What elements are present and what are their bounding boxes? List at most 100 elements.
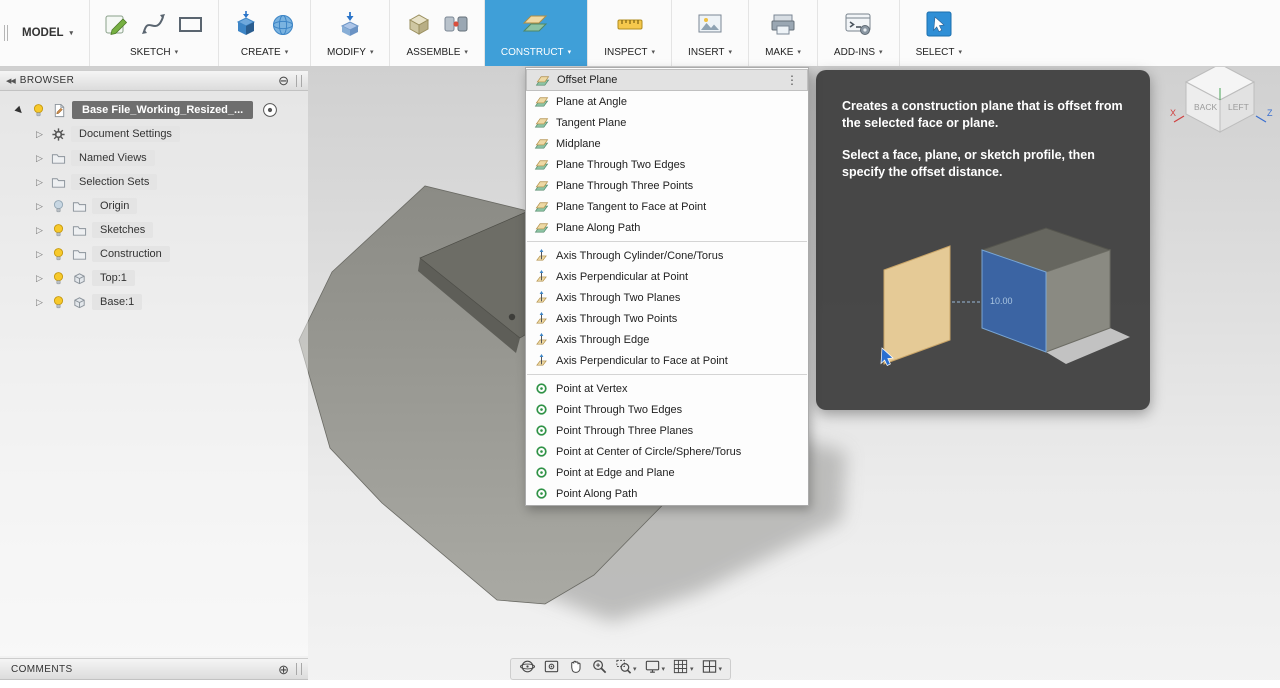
browser-item-label[interactable]: Named Views — [71, 150, 155, 166]
browser-item-label[interactable]: Document Settings — [71, 126, 180, 142]
menu-item-axis-through-cylinder-cone-torus[interactable]: Axis Through Cylinder/Cone/Torus — [526, 245, 808, 266]
menu-item-point-through-two-edges[interactable]: Point Through Two Edges — [526, 399, 808, 420]
menu-item-point-through-three-planes[interactable]: Point Through Three Planes — [526, 420, 808, 441]
toolbar-group-assemble[interactable]: ASSEMBLE ▾ — [389, 0, 483, 66]
menu-item-plane-through-two-edges[interactable]: Plane Through Two Edges — [526, 154, 808, 175]
joint-icon[interactable] — [439, 6, 473, 42]
menu-item-axis-through-edge[interactable]: Axis Through Edge — [526, 329, 808, 350]
expand-circle-icon[interactable]: ⊕ — [278, 663, 289, 676]
browser-item-label[interactable]: Sketches — [92, 222, 154, 238]
expand-arrow-icon[interactable]: ▷ — [34, 297, 45, 308]
press-pull-icon[interactable] — [333, 6, 367, 42]
expand-arrow-icon[interactable]: ▷ — [34, 177, 45, 188]
zoom-button[interactable] — [588, 659, 611, 679]
activate-component-radio[interactable] — [262, 102, 278, 118]
spline-icon[interactable] — [137, 6, 171, 42]
sketch-icon[interactable] — [100, 6, 134, 42]
select-icon[interactable] — [922, 6, 956, 42]
toolbar-group-label[interactable]: MODIFY ▾ — [321, 44, 379, 62]
workspace-switcher[interactable]: MODEL ▾ — [12, 0, 89, 66]
pan-button[interactable] — [564, 659, 587, 679]
display-settings-button[interactable]: ▾ — [641, 659, 669, 679]
extrude-icon[interactable] — [229, 6, 263, 42]
expand-arrow-icon[interactable]: ▷ — [34, 273, 45, 284]
browser-item-label[interactable]: Selection Sets — [71, 174, 158, 190]
insert-image-icon[interactable] — [693, 6, 727, 42]
toolbar-group-sketch[interactable]: SKETCH ▾ — [89, 0, 218, 66]
menu-item-point-at-center-of-circle-sphere-torus[interactable]: Point at Center of Circle/Sphere/Torus — [526, 441, 808, 462]
menu-item-plane-tangent-to-face-at-point[interactable]: Plane Tangent to Face at Point — [526, 196, 808, 217]
toolbar-group-inspect[interactable]: INSPECT ▾ — [587, 0, 671, 66]
toolbar-group-label[interactable]: ADD-INS ▾ — [828, 44, 889, 62]
browser-root-item[interactable]: ▶ Base File_Working_Resized_... — [0, 98, 308, 122]
browser-item-label[interactable]: Construction — [92, 246, 170, 262]
visibility-bulb-icon[interactable] — [50, 247, 66, 262]
visibility-bulb-icon[interactable] — [50, 271, 66, 286]
scripts-addins-icon[interactable] — [841, 6, 875, 42]
visibility-bulb-icon[interactable] — [50, 199, 66, 214]
browser-item-selection-sets[interactable]: ▷ Selection Sets — [0, 170, 308, 194]
browser-item-named-views[interactable]: ▷ Named Views — [0, 146, 308, 170]
menu-item-plane-through-three-points[interactable]: Plane Through Three Points — [526, 175, 808, 196]
zoom-window-button[interactable]: ▾ — [612, 659, 640, 679]
expand-arrow-icon[interactable]: ▷ — [34, 225, 45, 236]
menu-item-axis-through-two-planes[interactable]: Axis Through Two Planes — [526, 287, 808, 308]
construction-plane-icon[interactable] — [519, 6, 553, 42]
orbit-button[interactable] — [516, 659, 539, 679]
browser-item-label[interactable]: Top:1 — [92, 270, 135, 286]
toolbar-group-add-ins[interactable]: ADD-INS ▾ — [816, 0, 899, 66]
rectangle-icon[interactable] — [174, 6, 208, 42]
toolbar-grip[interactable] — [0, 0, 12, 66]
expand-arrow-icon[interactable]: ▶ — [12, 102, 28, 118]
expand-arrow-icon[interactable]: ▷ — [34, 129, 45, 140]
menu-item-tangent-plane[interactable]: Tangent Plane — [526, 112, 808, 133]
toolbar-group-construct[interactable]: CONSTRUCT ▾ — [483, 0, 588, 66]
browser-header[interactable]: ◀◀ BROWSER ⊖ — [0, 70, 308, 91]
menu-item-offset-plane[interactable]: Offset Plane ⋮ — [526, 69, 808, 91]
toolbar-group-label[interactable]: CONSTRUCT ▾ — [495, 44, 577, 62]
comments-header[interactable]: COMMENTS ⊕ — [0, 658, 308, 680]
menu-item-plane-at-angle[interactable]: Plane at Angle — [526, 91, 808, 112]
browser-root-label[interactable]: Base File_Working_Resized_... — [72, 101, 254, 119]
new-component-icon[interactable] — [402, 6, 436, 42]
menu-item-midplane[interactable]: Midplane — [526, 133, 808, 154]
collapse-panel-icon[interactable]: ◀◀ — [6, 77, 16, 85]
toolbar-group-label[interactable]: INSERT ▾ — [682, 44, 738, 62]
look-at-button[interactable] — [540, 659, 563, 679]
menu-item-axis-through-two-points[interactable]: Axis Through Two Points — [526, 308, 808, 329]
browser-item-sketches[interactable]: ▷ Sketches — [0, 218, 308, 242]
browser-item-construction[interactable]: ▷ Construction — [0, 242, 308, 266]
print-3d-icon[interactable] — [766, 6, 800, 42]
sphere-icon[interactable] — [266, 6, 300, 42]
expand-arrow-icon[interactable]: ▷ — [34, 249, 45, 260]
toolbar-group-make[interactable]: MAKE ▾ — [748, 0, 817, 66]
menu-item-point-along-path[interactable]: Point Along Path — [526, 483, 808, 504]
grid-and-snaps-button[interactable]: ▾ — [669, 659, 697, 679]
more-options-icon[interactable]: ⋮ — [783, 73, 801, 87]
collapse-circle-icon[interactable]: ⊖ — [278, 74, 289, 87]
visibility-bulb-icon[interactable] — [50, 223, 66, 238]
toolbar-group-label[interactable]: MAKE ▾ — [759, 44, 807, 62]
expand-arrow-icon[interactable]: ▷ — [34, 153, 45, 164]
expand-arrow-icon[interactable]: ▷ — [34, 201, 45, 212]
toolbar-group-select[interactable]: SELECT ▾ — [898, 0, 978, 66]
menu-item-point-at-edge-and-plane[interactable]: Point at Edge and Plane — [526, 462, 808, 483]
menu-item-axis-perpendicular-to-face-at-point[interactable]: Axis Perpendicular to Face at Point — [526, 350, 808, 371]
toolbar-group-insert[interactable]: INSERT ▾ — [671, 0, 748, 66]
browser-item-label[interactable]: Origin — [92, 198, 138, 214]
measure-icon[interactable] — [613, 6, 647, 42]
panel-handle[interactable] — [296, 74, 302, 87]
toolbar-group-create[interactable]: CREATE ▾ — [218, 0, 310, 66]
toolbar-group-label[interactable]: SKETCH ▾ — [124, 44, 184, 62]
toolbar-group-label[interactable]: INSPECT ▾ — [598, 44, 661, 62]
menu-item-plane-along-path[interactable]: Plane Along Path — [526, 217, 808, 238]
browser-item-top-1[interactable]: ▷ Top:1 — [0, 266, 308, 290]
panel-handle[interactable] — [296, 663, 302, 675]
menu-item-axis-perpendicular-at-point[interactable]: Axis Perpendicular at Point — [526, 266, 808, 287]
browser-item-base-1[interactable]: ▷ Base:1 — [0, 290, 308, 314]
toolbar-group-modify[interactable]: MODIFY ▾ — [310, 0, 389, 66]
visibility-bulb-icon[interactable] — [30, 103, 46, 118]
viewports-button[interactable]: ▾ — [698, 659, 726, 679]
toolbar-group-label[interactable]: ASSEMBLE ▾ — [400, 44, 473, 62]
browser-item-origin[interactable]: ▷ Origin — [0, 194, 308, 218]
